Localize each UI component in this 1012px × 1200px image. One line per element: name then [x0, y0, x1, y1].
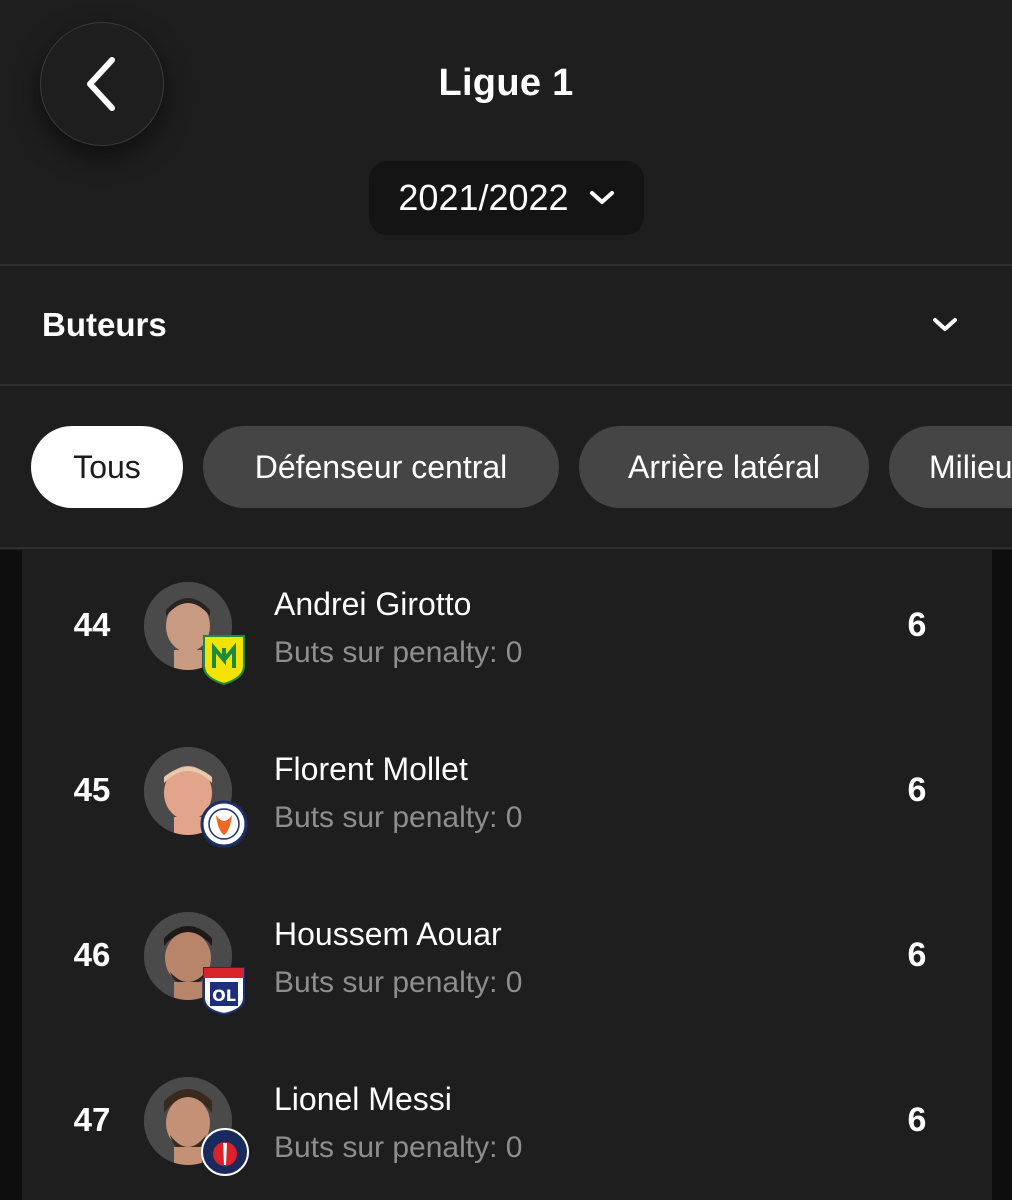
- season-label: 2021/2022: [398, 177, 569, 218]
- screen: Ligue 1 2021/2022 Buteurs Tous Défenseur…: [0, 0, 1012, 1200]
- chevron-down-icon: [933, 318, 957, 331]
- list-item[interactable]: 47 Lionel Messi Buts sur penalty: 0 6: [22, 1045, 992, 1200]
- player-rank: 46: [73, 936, 111, 973]
- psg-badge-icon: [200, 1127, 250, 1177]
- season-selector[interactable]: 2021/2022: [369, 161, 644, 235]
- player-name: Houssem Aouar: [274, 916, 502, 952]
- goals-count: 6: [907, 936, 927, 974]
- page-title: Ligue 1: [438, 62, 574, 104]
- position-filter-bar: Tous Défenseur central Arrière latéral M…: [0, 386, 1012, 548]
- category-label: Buteurs: [42, 306, 167, 343]
- nantes-badge-icon: [200, 632, 248, 686]
- montpellier-badge-icon: [200, 797, 248, 851]
- penalty-goals: Buts sur penalty: 0: [274, 966, 523, 999]
- player-rank: 47: [73, 1101, 111, 1138]
- penalty-goals: Buts sur penalty: 0: [274, 636, 523, 669]
- list-item[interactable]: 44 Andrei Girotto Buts sur penalty: 0 6: [22, 550, 992, 715]
- filter-chip-milieu[interactable]: Milieu: [889, 426, 1012, 508]
- list-item[interactable]: 45 Florent Mollet Buts sur penalty: 0 6: [22, 715, 992, 880]
- list-item[interactable]: 46 OL Houssem Aouar Buts sur penalty: 0 …: [22, 880, 992, 1045]
- player-rank: 45: [73, 771, 111, 808]
- player-name: Florent Mollet: [274, 751, 468, 787]
- penalty-goals: Buts sur penalty: 0: [274, 801, 523, 834]
- goals-count: 6: [907, 771, 927, 809]
- list-gutter: [0, 550, 22, 1200]
- player-name: Lionel Messi: [274, 1081, 452, 1117]
- goals-count: 6: [907, 606, 927, 644]
- list-gutter: [992, 550, 1012, 1200]
- scorers-list: 44 Andrei Girotto Buts sur penalty: 0 6: [22, 550, 992, 1200]
- player-rank: 44: [73, 606, 111, 643]
- lyon-badge-icon: OL: [200, 962, 248, 1016]
- penalty-goals: Buts sur penalty: 0: [274, 1131, 523, 1164]
- divider: [0, 547, 1012, 549]
- filter-chip-defenseur-central[interactable]: Défenseur central: [203, 426, 559, 508]
- header: Ligue 1 2021/2022: [0, 0, 1012, 264]
- goals-count: 6: [907, 1101, 927, 1139]
- player-name: Andrei Girotto: [274, 586, 472, 622]
- stat-category-selector[interactable]: Buteurs: [0, 266, 1012, 384]
- filter-chip-arriere-lateral[interactable]: Arrière latéral: [579, 426, 869, 508]
- filter-chip-tous[interactable]: Tous: [31, 426, 183, 508]
- svg-text:OL: OL: [212, 986, 236, 1005]
- chevron-down-icon: [589, 191, 614, 204]
